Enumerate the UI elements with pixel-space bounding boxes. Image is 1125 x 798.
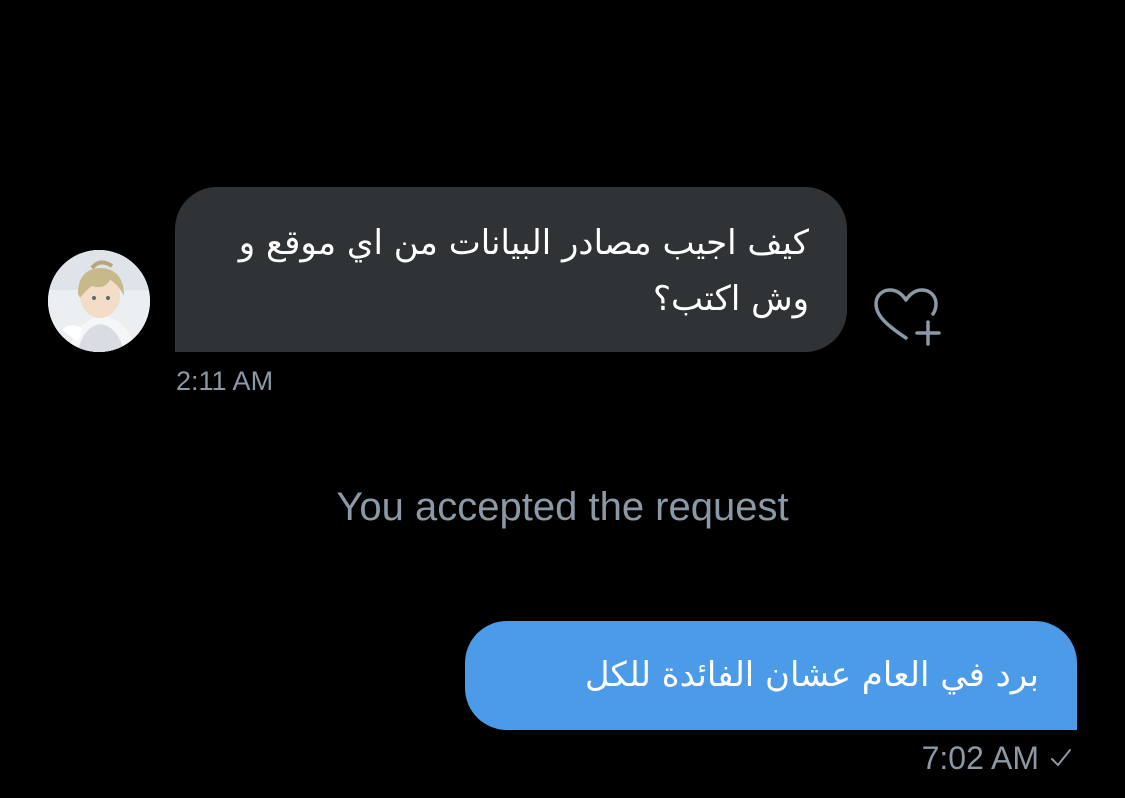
outgoing-message-status: 7:02 AM (922, 740, 1073, 777)
avatar-anime-character-icon (48, 250, 150, 352)
incoming-message-text: كيف اجيب مصادر البيانات من اي موقع و وش … (238, 223, 809, 319)
outgoing-message-timestamp: 7:02 AM (921, 740, 1039, 776)
outgoing-message-bubble[interactable]: برد في العام عشان الفائدة للكل (465, 621, 1077, 730)
outgoing-message-text: برد في العام عشان الفائدة للكل (584, 655, 1039, 695)
sender-avatar[interactable] (48, 250, 150, 352)
incoming-message-timestamp: 2:11 AM (176, 366, 274, 396)
add-reaction-button[interactable] (868, 282, 944, 348)
heart-plus-icon (874, 288, 941, 346)
incoming-message-bubble[interactable]: كيف اجيب مصادر البيانات من اي موقع و وش … (175, 187, 847, 352)
sent-check-icon (1049, 740, 1073, 777)
request-accepted-notice: You accepted the request (336, 485, 789, 529)
